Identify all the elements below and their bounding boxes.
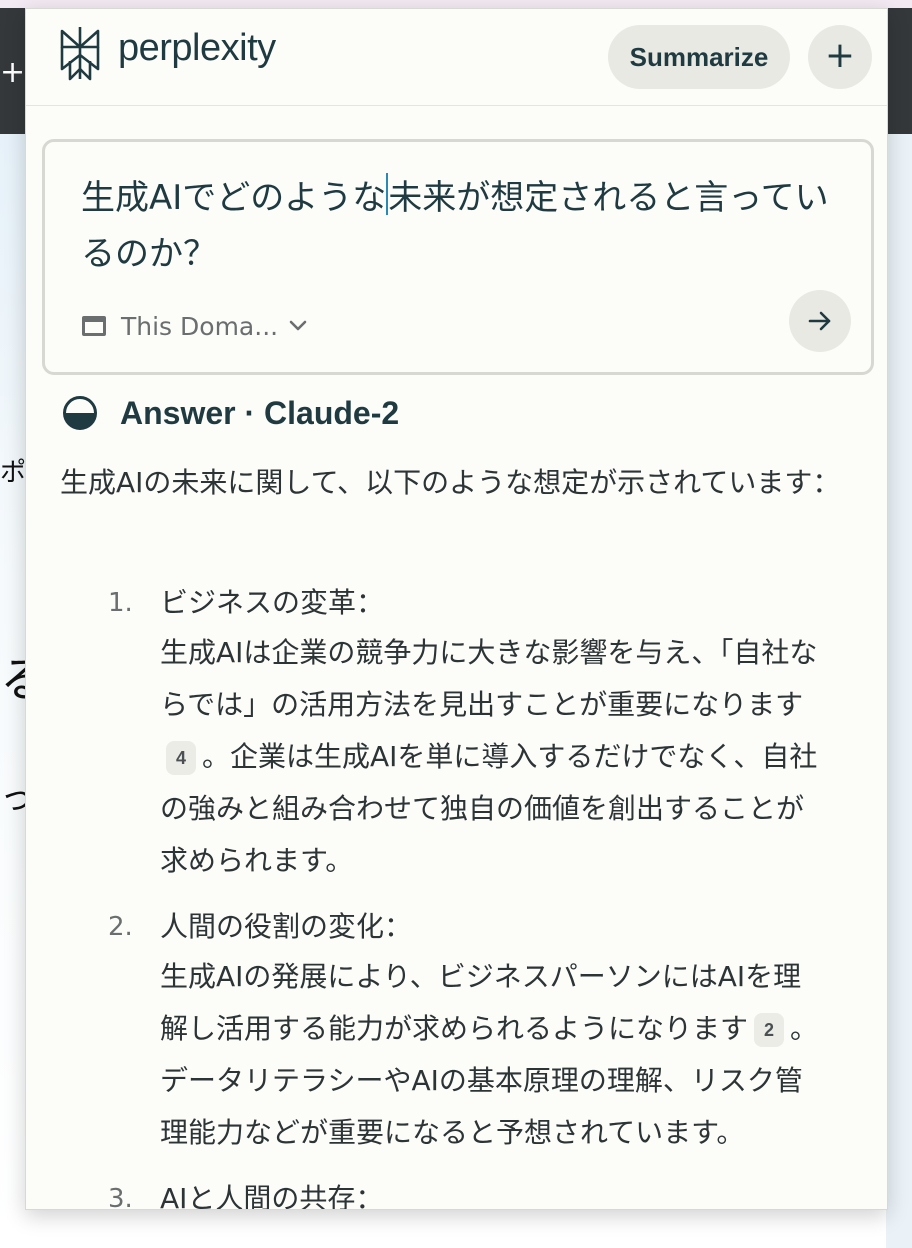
background-text: ポ <box>0 458 27 488</box>
list-item: 1. ビジネスの変革： 生成AIは企業の競争力に大きな影響を与え、「自社ならでは… <box>108 579 828 887</box>
list-item-title: ビジネスの変革： <box>160 586 385 619</box>
perplexity-logo-icon <box>60 27 100 81</box>
browser-top-strip <box>0 0 912 8</box>
submit-button[interactable] <box>789 290 851 352</box>
popup-header: perplexity Summarize + <box>26 9 887 106</box>
answer-intro: 生成AIの未来に関して、以下のような想定が示されています： <box>60 466 841 499</box>
answer-title: Answer · Claude-2 <box>120 394 400 431</box>
focus-selector[interactable]: This Doma... <box>81 308 308 344</box>
citation-badge[interactable]: 4 <box>166 741 196 775</box>
list-item-body: 生成AIは企業の競争力に大きな影響を与え、「自社ならでは」の活用方法を見出すこと… <box>160 627 828 887</box>
arrow-right-icon <box>808 311 831 331</box>
answer-header: Answer · Claude-2 <box>62 393 399 433</box>
list-item-text: 生成AIの発展により、ビジネスパーソンにはAIを理解し活用する能力が求められるよ… <box>160 960 802 1045</box>
list-item-title: AIと人間の共存： <box>160 1182 384 1210</box>
new-thread-button[interactable]: + <box>808 25 872 89</box>
focus-selector-label: This Doma... <box>121 311 279 341</box>
brand-name: perplexity <box>118 27 276 69</box>
query-input[interactable]: 生成AIでどのような未来が想定されると言っているのか？ This Doma... <box>42 139 874 375</box>
list-item-text: 生成AIは企業の競争力に大きな影響を与え、「自社ならでは」の活用方法を見出すこと… <box>160 636 818 721</box>
list-item: 2. 人間の役割の変化： 生成AIの発展により、ビジネスパーソンにはAIを理解し… <box>108 903 828 1159</box>
list-number: 3. <box>108 1184 133 1210</box>
answer-list: 1. ビジネスの変革： 生成AIは企業の競争力に大きな影響を与え、「自社ならでは… <box>108 579 828 1210</box>
list-number: 2. <box>108 912 133 942</box>
list-item: 3. AIと人間の共存： <box>108 1175 828 1210</box>
list-item-title: 人間の役割の変化： <box>160 910 413 943</box>
perplexity-popup: perplexity Summarize + 生成AIでどのような未来が想定され… <box>25 8 888 1210</box>
query-text[interactable]: 生成AIでどのような未来が想定されると言っているのか？ <box>81 170 841 282</box>
list-item-body: 生成AIの発展により、ビジネスパーソンにはAIを理解し活用する能力が求められるよ… <box>160 951 828 1159</box>
new-tab-button[interactable]: + <box>0 58 25 88</box>
citation-badge[interactable]: 2 <box>754 1013 785 1047</box>
list-item-text: 。企業は生成AIを単に導入するだけでなく、自社の強みと組み合わせて独自の価値を創… <box>160 740 818 877</box>
list-number: 1. <box>108 588 133 618</box>
summarize-button[interactable]: Summarize <box>608 25 790 89</box>
answer-half-circle-icon <box>63 396 97 430</box>
chevron-down-icon <box>289 320 307 331</box>
browser-window-icon <box>82 316 106 336</box>
query-text-before-caret: 生成AIでどのような <box>81 178 387 218</box>
background-edge <box>886 134 912 1248</box>
